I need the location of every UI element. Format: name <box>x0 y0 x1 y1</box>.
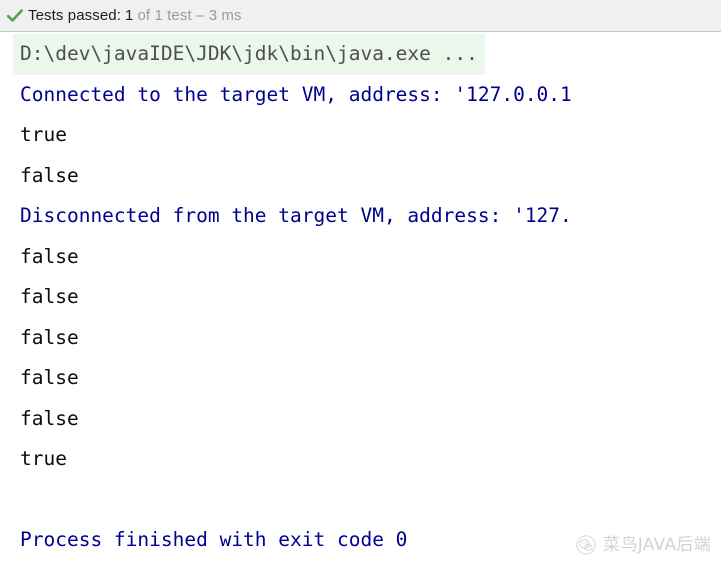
console-output[interactable]: D:\dev\javaIDE\JDK\jdk\bin\java.exe ... … <box>0 32 721 577</box>
java-command-text: D:\dev\javaIDE\JDK\jdk\bin\java.exe ... <box>13 34 485 75</box>
console-line: false <box>20 285 79 308</box>
tests-passed-count: 1 <box>125 7 134 24</box>
check-icon <box>6 8 23 22</box>
console-line: Connected to the target VM, address: '12… <box>20 82 572 106</box>
console-line: false <box>20 163 79 187</box>
console-line: false <box>20 366 79 389</box>
console-line: true <box>20 123 67 146</box>
console-line: false <box>20 406 79 430</box>
console-line: false <box>20 325 79 349</box>
console-line-command: D:\dev\javaIDE\JDK\jdk\bin\java.exe ... <box>0 34 721 75</box>
console-line: Disconnected from the target VM, address… <box>20 204 572 227</box>
tests-passed-detail: of 1 test – 3 ms <box>137 7 242 24</box>
console-line-process-finished: Process finished with exit code 0 <box>20 528 408 551</box>
tests-passed-label: Tests passed: <box>28 7 122 24</box>
test-status-bar: Tests passed: 1 of 1 test – 3 ms <box>0 0 721 32</box>
console-line: false <box>20 244 79 268</box>
console-line: true <box>20 447 67 470</box>
